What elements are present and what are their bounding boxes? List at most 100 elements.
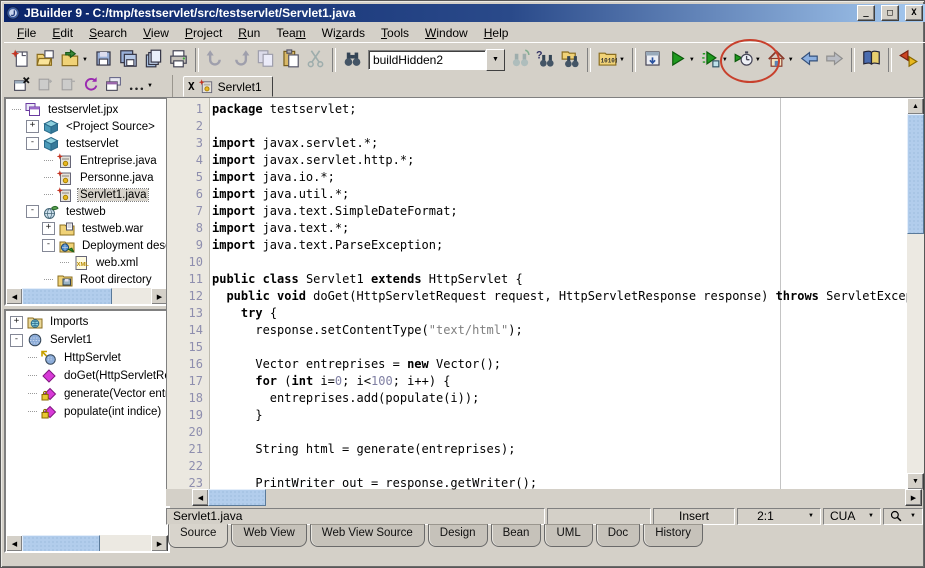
save-button[interactable]	[91, 47, 116, 73]
menu-edit[interactable]: Edit	[44, 24, 81, 42]
tab-close-icon[interactable]: X	[188, 80, 195, 93]
code-line-19[interactable]: 19 }	[167, 407, 907, 424]
paste-button[interactable]	[278, 47, 303, 73]
debug-project-button[interactable]: ▼	[698, 47, 731, 73]
update-button[interactable]	[896, 47, 921, 73]
view-tab-doc[interactable]: Doc	[596, 524, 640, 547]
configuration-combobox-value[interactable]: buildHidden2	[368, 50, 486, 70]
code-line-17[interactable]: 17 for (int i=0; i<100; i++) {	[167, 373, 907, 390]
menu-file[interactable]: File	[9, 24, 44, 42]
back-button[interactable]	[797, 47, 822, 73]
view-bytecode-button[interactable]: 10101▼	[595, 47, 628, 73]
code-line-14[interactable]: 14 response.setContentType("text/html");	[167, 322, 907, 339]
menu-project[interactable]: Project	[177, 24, 230, 42]
web-run-button[interactable]: ▼	[764, 47, 797, 73]
close-button[interactable]: X	[905, 5, 923, 21]
menu-help[interactable]: Help	[476, 24, 517, 42]
scroll-thumb[interactable]	[907, 114, 924, 234]
code-line-7[interactable]: 7import java.text.SimpleDateFormat;	[167, 203, 907, 220]
expand-icon[interactable]: +	[26, 120, 39, 133]
chevron-down-icon[interactable]: ▼	[486, 49, 505, 71]
status-caret-position[interactable]: 2:1▼	[737, 508, 821, 525]
new-button[interactable]	[8, 47, 33, 73]
refresh-button[interactable]	[79, 73, 102, 99]
project-tree-hscrollbar[interactable]: ◀ ▶	[6, 288, 168, 304]
scroll-thumb[interactable]	[22, 288, 112, 305]
tree-item-testservlet[interactable]: -testservlet	[6, 135, 168, 152]
code-line-9[interactable]: 9import java.text.ParseException;	[167, 237, 907, 254]
run-project-button[interactable]: ▼	[665, 47, 698, 73]
code-line-22[interactable]: 22	[167, 458, 907, 475]
collapse-icon[interactable]: -	[10, 334, 23, 347]
code-line-16[interactable]: 16 Vector entreprises = new Vector();	[167, 356, 907, 373]
search-again-button[interactable]	[508, 47, 533, 73]
menu-run[interactable]: Run	[230, 24, 268, 42]
tree-item-personne-java[interactable]: Personne.java	[6, 169, 168, 186]
code-line-10[interactable]: 10	[167, 254, 907, 271]
tree-item-servlet1-java[interactable]: Servlet1.java	[6, 186, 168, 203]
open-project-button[interactable]: ▼	[58, 47, 91, 73]
code-line-12[interactable]: 12 public void doGet(HttpServletRequest …	[167, 288, 907, 305]
copy-button[interactable]	[253, 47, 278, 73]
code-line-21[interactable]: 21 String html = generate(entreprises);	[167, 441, 907, 458]
find-in-path-button[interactable]	[558, 47, 583, 73]
print-button[interactable]	[166, 47, 191, 73]
code-area[interactable]: 1package testservlet;23import javax.serv…	[167, 101, 907, 490]
tree-item-testweb-war[interactable]: +testweb.war	[6, 220, 168, 237]
menu-team[interactable]: Team	[268, 24, 313, 42]
menu-tools[interactable]: Tools	[373, 24, 417, 42]
scroll-right-icon[interactable]: ▶	[905, 489, 922, 506]
code-line-23[interactable]: 23 PrintWriter out = response.getWriter(…	[167, 475, 907, 490]
expand-icon[interactable]: +	[42, 222, 55, 235]
editor-vscrollbar[interactable]: ▲ ▼	[907, 98, 924, 490]
chevron-down-icon[interactable]: ▼	[689, 57, 695, 63]
code-line-3[interactable]: 3import javax.servlet.*;	[167, 135, 907, 152]
tree-item-imports[interactable]: +Imports	[6, 313, 168, 331]
cut-button[interactable]	[303, 47, 328, 73]
status-zoom[interactable]: ▼	[883, 508, 923, 525]
tree-item-deployment-descriptors[interactable]: -Deployment descriptors	[6, 237, 168, 254]
find-button[interactable]	[340, 47, 365, 73]
scroll-thumb[interactable]	[208, 489, 266, 506]
code-line-2[interactable]: 2	[167, 118, 907, 135]
view-tab-history[interactable]: History	[643, 524, 703, 547]
chevron-down-icon[interactable]: ▼	[722, 57, 728, 63]
collapse-icon[interactable]: -	[26, 205, 39, 218]
code-line-15[interactable]: 15	[167, 339, 907, 356]
scroll-left-icon[interactable]: ◀	[6, 288, 23, 305]
help-button[interactable]	[859, 47, 884, 73]
chevron-down-icon[interactable]: ▼	[755, 57, 761, 63]
maximize-button[interactable]: □	[881, 5, 899, 21]
minimize-button[interactable]: _	[857, 5, 875, 21]
view-tab-bean[interactable]: Bean	[491, 524, 542, 547]
code-line-6[interactable]: 6import java.util.*;	[167, 186, 907, 203]
tree-item-servlet1[interactable]: -Servlet1	[6, 331, 168, 349]
configuration-combobox[interactable]: buildHidden2▼	[368, 50, 505, 70]
scroll-left-icon[interactable]: ◀	[192, 489, 209, 506]
menu-search[interactable]: Search	[81, 24, 135, 42]
tree-item-entreprise-java[interactable]: Entreprise.java	[6, 152, 168, 169]
help-search-button[interactable]: ?	[533, 47, 558, 73]
redo-button[interactable]	[228, 47, 253, 73]
view-tab-web-view-source[interactable]: Web View Source	[310, 524, 425, 547]
tree-item-generate-vector-entreprises[interactable]: generate(Vector entreprises)	[6, 385, 168, 403]
tree-item-root-directory[interactable]: Root directory	[6, 271, 168, 288]
code-editor[interactable]: 1package testservlet;23import javax.serv…	[166, 97, 924, 490]
status-insert-mode[interactable]: Insert	[653, 508, 735, 525]
scroll-left-icon[interactable]: ◀	[6, 535, 23, 552]
expand-icon[interactable]: +	[10, 316, 23, 329]
view-tab-uml[interactable]: UML	[544, 524, 592, 547]
editor-tab-servlet1[interactable]: X Servlet1	[183, 76, 273, 97]
structure-hscrollbar[interactable]: ◀ ▶	[6, 535, 168, 551]
menu-view[interactable]: View	[135, 24, 177, 42]
code-line-5[interactable]: 5import java.io.*;	[167, 169, 907, 186]
chevron-down-icon[interactable]: ▼	[619, 57, 625, 63]
editor-hscrollbar[interactable]: ◀ ▶	[166, 489, 923, 506]
tree-item-doget-httpservletrequest-request-httpservletresponse-response[interactable]: doGet(HttpServletRequest request, HttpSe…	[6, 367, 168, 385]
open-button[interactable]	[33, 47, 58, 73]
save-all-button[interactable]	[116, 47, 141, 73]
chevron-down-icon[interactable]: ▼	[788, 57, 794, 63]
code-line-13[interactable]: 13 try {	[167, 305, 907, 322]
scroll-thumb[interactable]	[22, 535, 100, 552]
tree-item-populate-int-indice[interactable]: populate(int indice)	[6, 403, 168, 421]
